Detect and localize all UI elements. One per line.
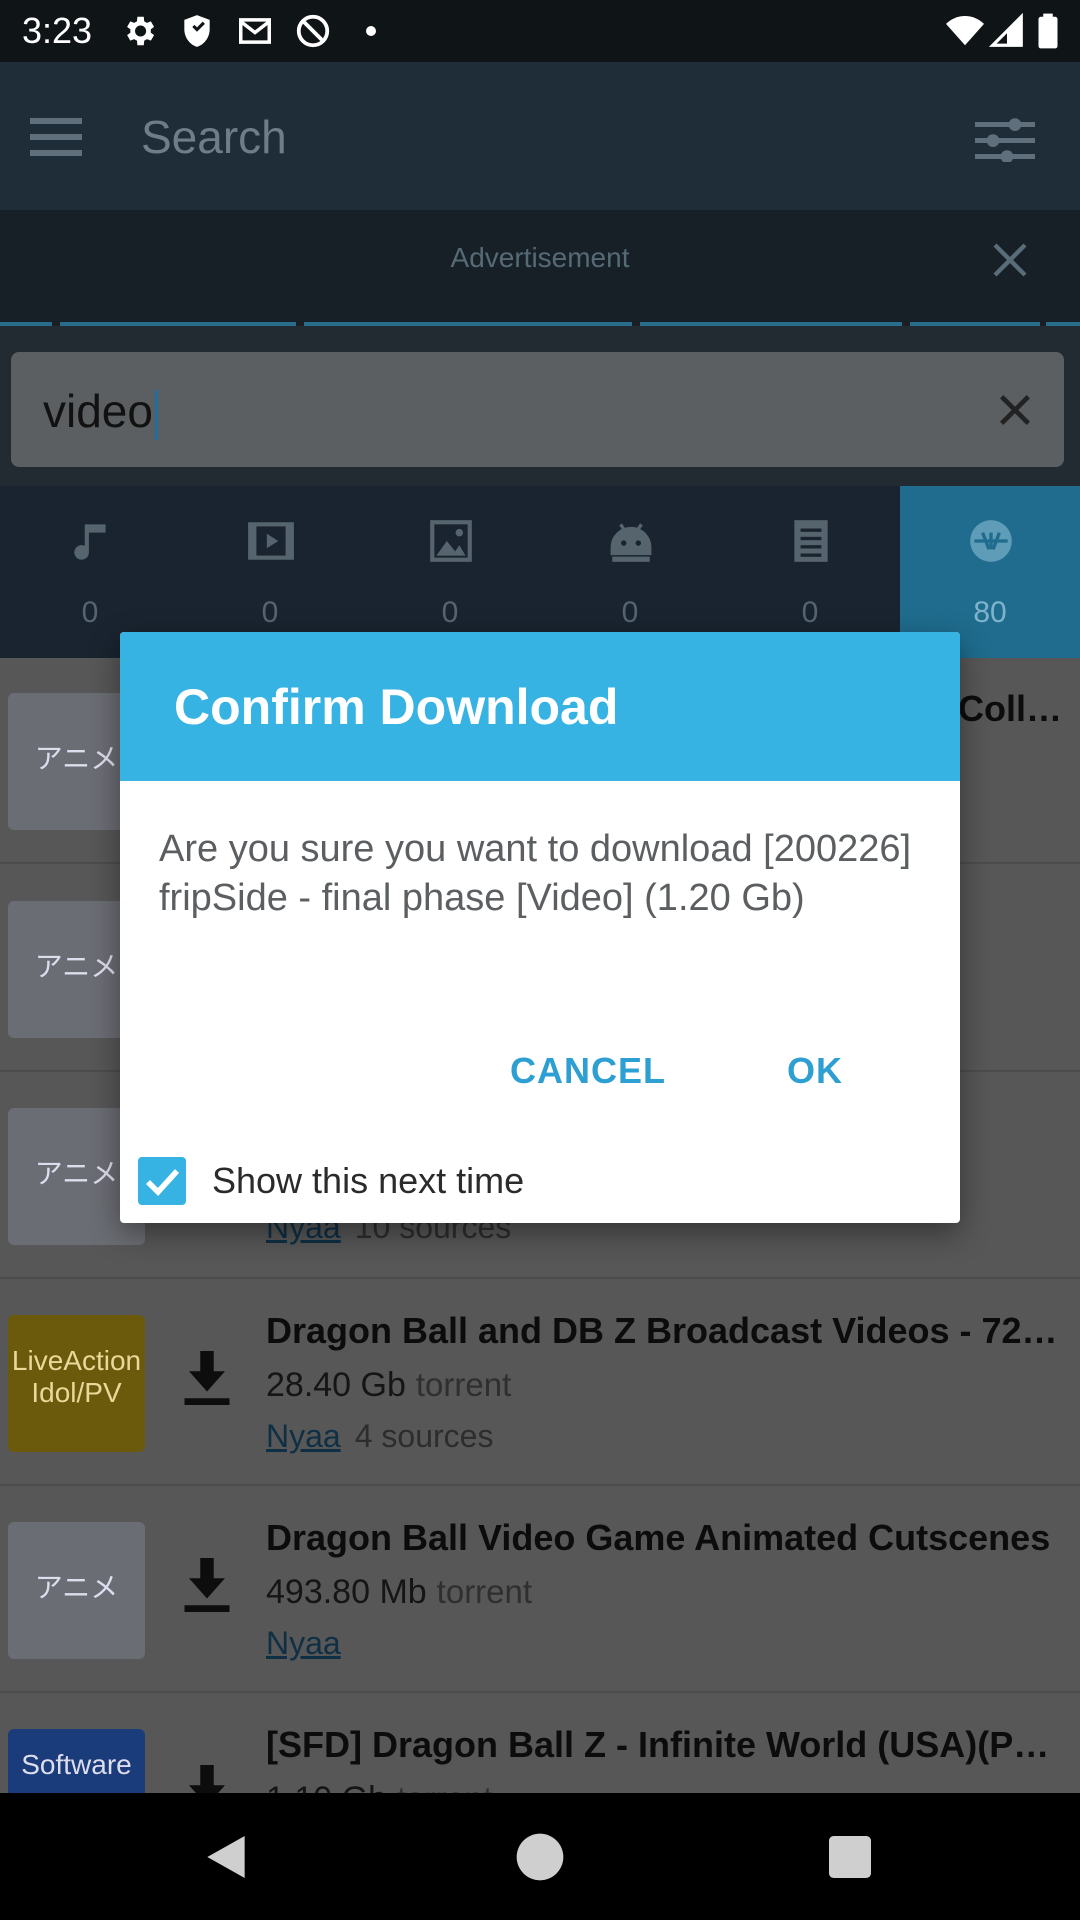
close-ad-icon[interactable] bbox=[990, 240, 1030, 280]
search-input[interactable]: video bbox=[11, 352, 1064, 467]
filter-sliders-icon[interactable] bbox=[975, 114, 1035, 162]
result-meta: 493.80 Mb torrent bbox=[266, 1573, 532, 1612]
result-meta: 1.10 Gb torrent bbox=[266, 1780, 492, 1793]
tab-count: 0 bbox=[81, 596, 99, 629]
download-icon[interactable] bbox=[180, 1762, 234, 1793]
home-icon[interactable] bbox=[512, 1829, 568, 1885]
tab-count: 0 bbox=[261, 596, 279, 629]
result-source: Nyaa 4 sources bbox=[266, 1418, 493, 1455]
ok-button[interactable]: OK bbox=[787, 1050, 843, 1092]
app-bar: Search bbox=[0, 62, 1080, 210]
result-source: Nyaa bbox=[266, 1625, 341, 1662]
result-type: torrent bbox=[415, 1366, 512, 1403]
checkmark-icon bbox=[146, 1169, 180, 1197]
music-note-icon bbox=[74, 524, 106, 560]
result-title: Dragon Ball and DB Z Broadcast Videos - … bbox=[266, 1310, 1058, 1351]
tab-count: 0 bbox=[801, 596, 819, 629]
dialog-header: Confirm Download bbox=[120, 632, 960, 781]
gmail-icon bbox=[239, 18, 271, 44]
result-sources-count: 4 sources bbox=[354, 1418, 494, 1454]
wifi-icon bbox=[946, 16, 984, 46]
result-size: 493.80 Mb bbox=[266, 1573, 427, 1611]
result-site-link[interactable]: Nyaa bbox=[266, 1418, 341, 1454]
confirm-download-dialog: Confirm Download Are you sure you want t… bbox=[120, 632, 960, 1223]
result-type: torrent bbox=[436, 1573, 533, 1610]
status-time: 3:23 bbox=[22, 10, 93, 51]
result-size: 28.40 Gb bbox=[266, 1366, 406, 1404]
dialog-title: Confirm Download bbox=[174, 679, 619, 735]
hamburger-menu-icon[interactable] bbox=[30, 112, 82, 160]
battery-icon bbox=[1038, 13, 1058, 49]
dialog-message: Are you sure you want to download [20022… bbox=[159, 828, 912, 919]
tab-count: 80 bbox=[973, 596, 1007, 629]
document-icon bbox=[794, 520, 828, 562]
tab-count: 0 bbox=[441, 596, 459, 629]
video-film-icon bbox=[248, 522, 294, 560]
text-caret bbox=[154, 389, 158, 440]
torrent-icon bbox=[970, 520, 1012, 562]
list-item[interactable]: LiveAction Idol/PV Dragon Ball and DB Z … bbox=[0, 1280, 1080, 1486]
image-icon bbox=[430, 520, 472, 562]
list-item[interactable]: アニメ Dragon Ball Video Game Animated Cuts… bbox=[0, 1487, 1080, 1693]
show-next-time-checkbox[interactable] bbox=[138, 1157, 186, 1205]
result-thumbnail: Software bbox=[8, 1729, 145, 1793]
result-thumbnail: アニメ bbox=[8, 1522, 145, 1659]
download-icon[interactable] bbox=[180, 1555, 234, 1615]
system-nav-bar bbox=[0, 1793, 1080, 1920]
download-icon[interactable] bbox=[180, 1348, 234, 1408]
notification-dot bbox=[366, 26, 376, 36]
status-bar: 3:23 bbox=[0, 0, 1080, 62]
clear-search-icon[interactable] bbox=[995, 390, 1035, 430]
ad-label: Advertisement bbox=[450, 242, 630, 273]
recents-icon[interactable] bbox=[822, 1829, 878, 1885]
result-type: torrent bbox=[397, 1780, 492, 1793]
settings-gear-icon bbox=[127, 16, 155, 46]
signal-icon bbox=[988, 12, 1023, 47]
back-icon[interactable] bbox=[198, 1829, 254, 1885]
android-app-icon bbox=[610, 523, 652, 562]
result-title: Colle… bbox=[958, 688, 1078, 729]
search-area: video bbox=[0, 326, 1080, 486]
search-input-value[interactable]: video bbox=[43, 384, 158, 440]
result-site-link[interactable]: Nyaa bbox=[266, 1625, 341, 1661]
shield-icon bbox=[184, 15, 210, 47]
list-item[interactable]: Software [SFD] Dragon Ball Z - Infinite … bbox=[0, 1694, 1080, 1793]
tab-count: 0 bbox=[621, 596, 639, 629]
at-sign-icon bbox=[296, 14, 330, 48]
cancel-button[interactable]: CANCEL bbox=[510, 1050, 666, 1092]
result-title: Dragon Ball Video Game Animated Cutscene… bbox=[266, 1517, 1051, 1558]
result-size: 1.10 Gb bbox=[266, 1780, 387, 1793]
result-meta: 28.40 Gb torrent bbox=[266, 1366, 511, 1405]
result-thumbnail: LiveAction Idol/PV bbox=[8, 1315, 145, 1452]
result-title: [SFD] Dragon Ball Z - Infinite World (US… bbox=[266, 1724, 1066, 1765]
ad-banner: Advertisement bbox=[0, 210, 1080, 328]
app-bar-title[interactable]: Search bbox=[141, 110, 287, 164]
checkbox-label[interactable]: Show this next time bbox=[212, 1160, 524, 1202]
